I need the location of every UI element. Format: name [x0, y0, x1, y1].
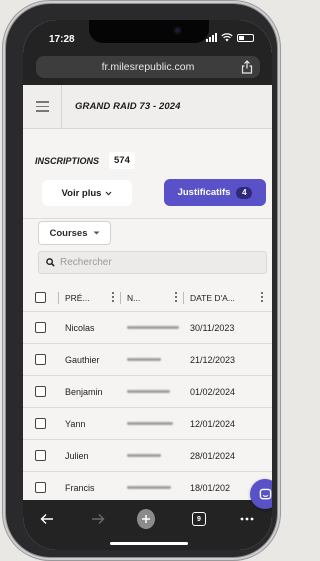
screen: 17:28 fr.milesrepublic.com GRAND RAID 73…	[23, 20, 272, 550]
app-header: GRAND RAID 73 - 2024	[23, 85, 272, 129]
column-divider	[183, 292, 184, 304]
header-divider	[61, 85, 62, 129]
caret-down-icon	[93, 231, 99, 235]
cell-date: 18/01/202	[190, 483, 231, 493]
inscriptions-label: INSCRIPTIONS	[35, 156, 100, 166]
cell-prenom: Benjamin	[65, 387, 103, 397]
cell-date: 28/01/2024	[190, 451, 236, 461]
tabs-icon[interactable]: 9	[190, 510, 208, 528]
cell-date: 30/11/2023	[190, 323, 235, 333]
justificatifs-label: Justificatifs	[177, 187, 231, 198]
cell-prenom: Julien	[65, 451, 89, 461]
notch	[89, 20, 209, 43]
voir-plus-label: Voir plus	[61, 187, 102, 199]
search-icon	[46, 258, 55, 267]
home-indicator	[110, 542, 188, 545]
column-header-prenom[interactable]: PRÉ...	[65, 293, 90, 303]
more-icon[interactable]	[238, 510, 256, 528]
search-input[interactable]	[60, 257, 250, 268]
divider	[23, 218, 272, 219]
blurred-name	[127, 454, 161, 457]
column-menu-icon[interactable]	[112, 292, 115, 303]
search-box[interactable]	[38, 251, 267, 274]
status-time: 17:28	[49, 34, 75, 45]
row-checkbox[interactable]	[35, 418, 46, 429]
url-text: fr.milesrepublic.com	[101, 61, 195, 73]
courses-label: Courses	[49, 227, 88, 239]
column-header-nom[interactable]: N...	[127, 293, 140, 303]
table-row[interactable]: Julien 28/01/2024	[23, 440, 272, 472]
table-row[interactable]: Benjamin 01/02/2024	[23, 376, 272, 408]
cell-prenom: Yann	[65, 419, 86, 429]
status-icons	[206, 33, 254, 42]
battery-icon	[237, 33, 254, 42]
row-checkbox[interactable]	[35, 386, 46, 397]
hamburger-icon[interactable]	[36, 101, 49, 112]
plus-icon[interactable]	[137, 509, 155, 529]
chat-icon	[259, 488, 271, 499]
cell-date: 01/02/2024	[190, 387, 236, 397]
column-menu-icon[interactable]	[175, 292, 178, 303]
blurred-name	[127, 486, 171, 489]
row-checkbox[interactable]	[35, 354, 46, 365]
cell-date: 12/01/2024	[190, 419, 236, 429]
justificatifs-badge: 4	[236, 186, 253, 199]
blurred-name	[127, 358, 161, 361]
signal-icon	[206, 33, 217, 42]
courses-filter-button[interactable]: Courses	[38, 221, 111, 245]
column-divider	[58, 292, 59, 304]
cell-prenom: Francis	[65, 483, 95, 493]
chevron-down-icon	[106, 191, 112, 196]
column-divider	[120, 292, 121, 304]
cell-prenom: Nicolas	[65, 323, 95, 333]
cell-date: 21/12/2023	[190, 355, 236, 365]
column-header-date[interactable]: DATE D'A...	[190, 293, 235, 303]
row-checkbox[interactable]	[35, 482, 46, 493]
table-row[interactable]: Yann 12/01/2024	[23, 408, 272, 440]
camera-icon	[173, 26, 182, 35]
phone-frame: 17:28 fr.milesrepublic.com GRAND RAID 73…	[6, 4, 277, 557]
share-icon[interactable]	[241, 60, 253, 74]
blurred-name	[127, 326, 179, 329]
blurred-name	[127, 390, 170, 393]
wifi-icon	[221, 33, 233, 42]
table-row[interactable]: Nicolas 30/11/2023	[23, 312, 272, 344]
table-header: PRÉ... N... DATE D'A...	[23, 284, 272, 312]
inscriptions-count: 574	[109, 152, 135, 169]
table-row[interactable]: Gauthier 21/12/2023	[23, 344, 272, 376]
row-checkbox[interactable]	[35, 450, 46, 461]
justificatifs-button[interactable]: Justificatifs 4	[164, 179, 266, 206]
row-checkbox[interactable]	[35, 322, 46, 333]
forward-arrow-icon[interactable]	[89, 510, 107, 528]
event-title: GRAND RAID 73 - 2024	[75, 101, 181, 112]
select-all-checkbox[interactable]	[35, 292, 46, 303]
cell-prenom: Gauthier	[65, 355, 100, 365]
chat-button[interactable]	[250, 479, 272, 509]
back-arrow-icon[interactable]	[38, 510, 56, 528]
column-menu-icon[interactable]	[261, 292, 264, 303]
browser-toolbar: 9	[23, 500, 272, 550]
url-bar[interactable]: fr.milesrepublic.com	[36, 56, 260, 78]
blurred-name	[127, 422, 173, 425]
browser-chrome: 17:28 fr.milesrepublic.com	[23, 20, 272, 85]
registrations-table: PRÉ... N... DATE D'A... Nicolas 30/11/20…	[23, 284, 272, 504]
voir-plus-button[interactable]: Voir plus	[42, 180, 132, 206]
